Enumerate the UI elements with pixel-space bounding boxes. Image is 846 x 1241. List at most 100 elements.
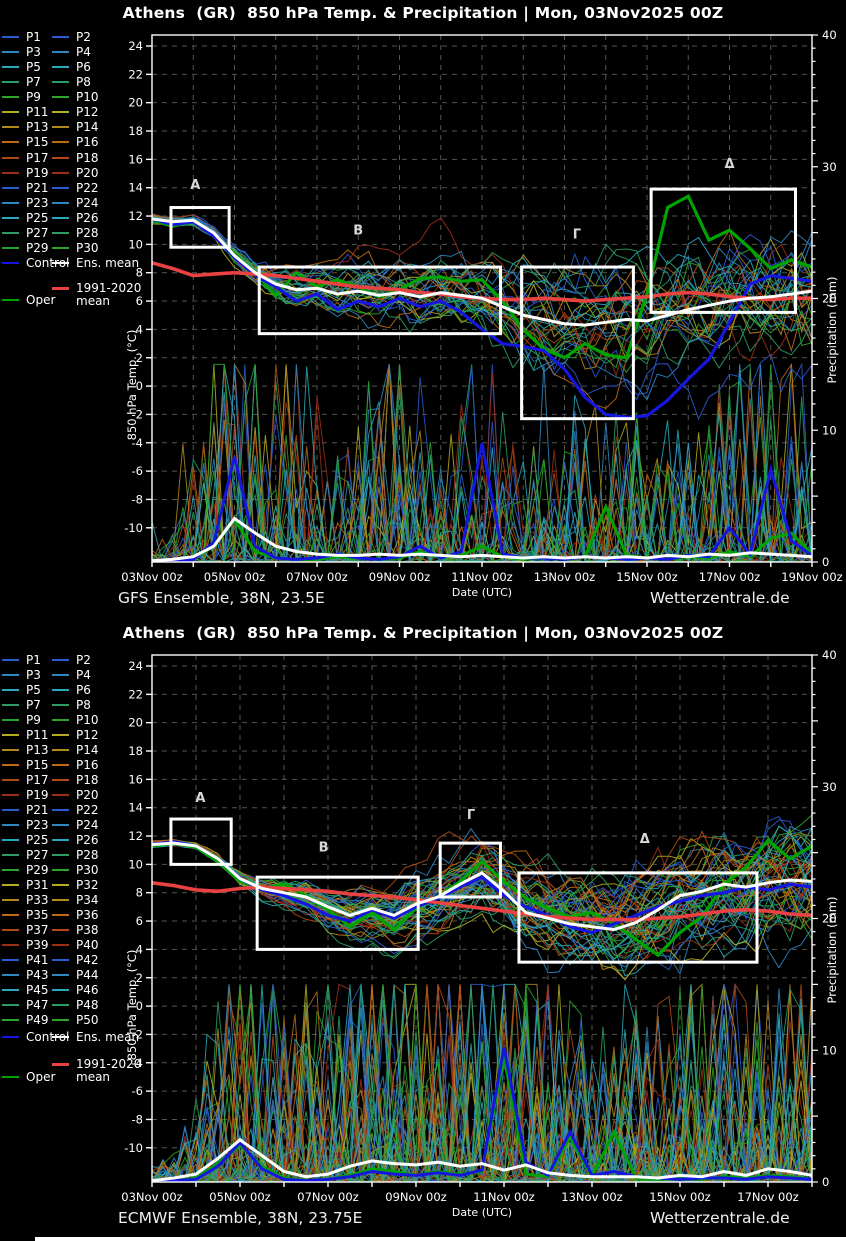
legend-item-p43-label: P43 <box>26 969 49 982</box>
legend-item-p11-swatch <box>2 734 19 736</box>
legend-item-p6-label: P6 <box>76 61 91 74</box>
legend-item-p31-label: P31 <box>26 879 49 892</box>
legend-item-p6-swatch <box>52 66 69 68</box>
legend-item-p16-swatch <box>52 764 69 766</box>
date-tick-label: 07Nov 00z <box>297 1190 358 1204</box>
legend-item-p41-swatch <box>2 959 19 961</box>
legend-item-p21-label: P21 <box>26 182 49 195</box>
legend-item-p40-swatch <box>52 944 69 946</box>
legend-item-p16-label: P16 <box>76 136 99 149</box>
gfs-model-caption: GFS Ensemble, 38N, 23.5E <box>118 589 325 607</box>
legend-item-p8-label: P8 <box>76 76 91 89</box>
legend-item-p21-swatch <box>2 809 19 811</box>
legend-item-p26-label: P26 <box>76 834 99 847</box>
x-axis-title: Date (UTC) <box>452 1206 512 1219</box>
legend-item-p31-swatch <box>2 884 19 886</box>
legend-item-p11-label: P11 <box>26 729 49 742</box>
annotation-label-Γ: Γ <box>573 228 581 243</box>
plot-area <box>152 815 812 1182</box>
legend-item-oper-label: Oper <box>26 1071 55 1084</box>
legend-item-p4-label: P4 <box>76 46 91 59</box>
legend-item-p8-swatch <box>52 81 69 83</box>
legend-item-p44-swatch <box>52 974 69 976</box>
legend-item-p26-swatch <box>52 217 69 219</box>
legend-item-p23-label: P23 <box>26 819 49 832</box>
legend-item-p10-swatch <box>52 719 69 721</box>
right-axis-title: Precipitation (mm) <box>825 897 839 1004</box>
annotation-label-B: B <box>319 841 329 856</box>
legend-item-ens-mean-swatch <box>52 1036 69 1038</box>
legend-item-p20-swatch <box>52 172 69 174</box>
annotation-label-Δ: Δ <box>640 832 650 847</box>
page-bottom-strip <box>35 1237 846 1241</box>
legend-item-p13-label: P13 <box>26 744 49 757</box>
legend-item-p13-swatch <box>2 126 19 128</box>
legend-item-p28-swatch <box>52 232 69 234</box>
legend-item-p6-label: P6 <box>76 684 91 697</box>
legend-item-p24-label: P24 <box>76 819 99 832</box>
legend-item-p15-label: P15 <box>26 759 49 772</box>
legend-item-p12-label: P12 <box>76 106 99 119</box>
annotation-label-B: B <box>353 223 363 238</box>
legend-item-p23-swatch <box>2 824 19 826</box>
legend-item-p25-label: P25 <box>26 212 49 225</box>
legend-item-p12-swatch <box>52 734 69 736</box>
legend-item-p4-swatch <box>52 674 69 676</box>
precip-tick-label: 30 <box>822 160 837 174</box>
legend-item-p27-swatch <box>2 232 19 234</box>
legend-item-p26-swatch <box>52 839 69 841</box>
legend-item-p12-label: P12 <box>76 729 99 742</box>
legend-item-p5-label: P5 <box>26 61 41 74</box>
precip-tick-label: 30 <box>822 780 837 794</box>
legend-item-p9-label: P9 <box>26 714 41 727</box>
date-tick-label: 15Nov 00z <box>616 570 677 584</box>
date-tick-label: 13Nov 00z <box>534 570 595 584</box>
date-tick-label: 17Nov 00z <box>737 1190 798 1204</box>
legend-item-p24-swatch <box>52 824 69 826</box>
legend-item-p15-swatch <box>2 764 19 766</box>
legend-item-p19-label: P19 <box>26 789 49 802</box>
legend-item-p49-swatch <box>2 1019 19 1021</box>
legend-item-p13-label: P13 <box>26 121 49 134</box>
legend-item-p7-swatch <box>2 81 19 83</box>
legend-item-p21-swatch <box>2 187 19 189</box>
precip-tick-label: 10 <box>822 423 837 437</box>
legend-item-p15-label: P15 <box>26 136 49 149</box>
legend-item-p17-label: P17 <box>26 774 49 787</box>
legend-item-p7-label: P7 <box>26 76 41 89</box>
legend-item-p19-swatch <box>2 172 19 174</box>
legend-item-p1-label: P1 <box>26 31 41 44</box>
gfs-legend: P1P2P3P4P5P6P7P8P9P10P11P12P13P14P15P16P… <box>0 0 150 621</box>
legend-item-p27-swatch <box>2 854 19 856</box>
legend-item-climate-mean-swatch <box>52 1063 69 1066</box>
date-tick-label: 05Nov 00z <box>204 570 265 584</box>
legend-item-p3-label: P3 <box>26 669 41 682</box>
legend-item-p3-swatch <box>2 51 19 53</box>
legend-item-p30-swatch <box>52 869 69 871</box>
legend-item-p2-swatch <box>52 659 69 661</box>
legend-item-p24-label: P24 <box>76 197 99 210</box>
legend-item-p44-label: P44 <box>76 969 99 982</box>
legend-item-p21-label: P21 <box>26 804 49 817</box>
legend-item-p24-swatch <box>52 202 69 204</box>
legend-item-p50-swatch <box>52 1019 69 1021</box>
legend-item-p11-swatch <box>2 111 19 113</box>
legend-item-p14-label: P14 <box>76 121 99 134</box>
legend-item-p37-label: P37 <box>26 924 49 937</box>
legend-item-p34-label: P34 <box>76 894 99 907</box>
date-tick-label: 15Nov 00z <box>649 1190 710 1204</box>
legend-item-p22-swatch <box>52 809 69 811</box>
legend-item-p29-label: P29 <box>26 864 49 877</box>
ecmwf-legend: P1P2P3P4P5P6P7P8P9P10P11P12P13P14P15P16P… <box>0 620 150 1241</box>
legend-item-p42-label: P42 <box>76 954 99 967</box>
right-axis-title: Precipitation (mm) <box>825 277 839 384</box>
legend-item-p30-label: P30 <box>76 864 99 877</box>
legend-item-p8-swatch <box>52 704 69 706</box>
legend-item-p39-swatch <box>2 944 19 946</box>
legend-item-p15-swatch <box>2 141 19 143</box>
legend-item-p18-label: P18 <box>76 774 99 787</box>
legend-item-p36-swatch <box>52 914 69 916</box>
precip-tick-label: 0 <box>822 1175 829 1189</box>
legend-item-p29-swatch <box>2 869 19 871</box>
legend-item-p1-label: P1 <box>26 654 41 667</box>
